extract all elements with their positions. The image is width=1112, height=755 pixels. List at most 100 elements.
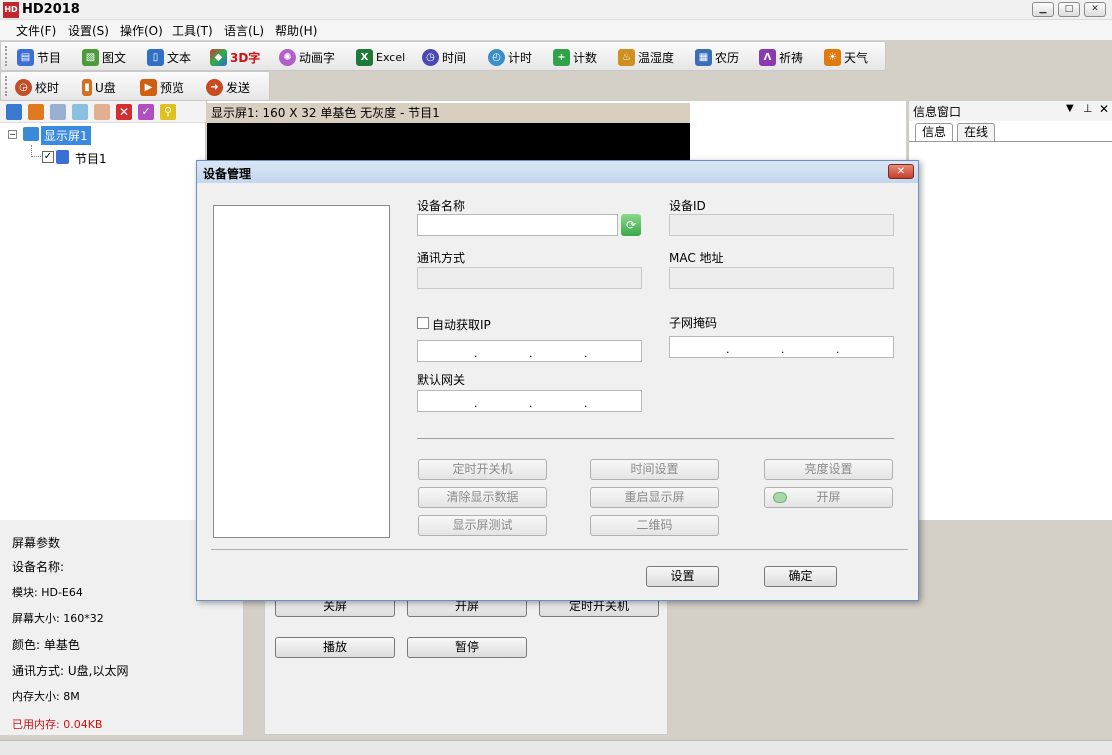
toolbar-program-button[interactable]: ▤ 节目 — [17, 46, 61, 68]
device-name-input[interactable] — [417, 214, 618, 236]
time-settings-button[interactable]: 时间设置 — [590, 459, 719, 480]
toolbar-label: 文本 — [167, 50, 192, 65]
ok-button[interactable]: 确定 — [764, 566, 837, 587]
comm-field — [417, 267, 642, 289]
gateway-input[interactable]: ... — [417, 390, 642, 412]
move-down-icon[interactable] — [94, 104, 110, 120]
toolbar-counter-button[interactable]: + 计数 — [553, 46, 597, 68]
screen-test-button[interactable]: 显示屏测试 — [418, 515, 547, 536]
main-toolbar: ▤ 节目 ▧ 图文 ▯ 文本 ◆ 3D字 ✺ 动画字 X Excel ◷ 时间 ◴ 计时 + 计数… — [0, 41, 886, 71]
separator — [211, 549, 908, 550]
info-title: 信息窗口 — [913, 105, 962, 119]
toolbar-label: 天气 — [844, 50, 869, 65]
tree-toolbar: ✕ ✓ ⚲ — [0, 101, 206, 123]
qrcode-button[interactable]: 二维码 — [590, 515, 719, 536]
pause-button[interactable]: 暂停 — [407, 637, 527, 658]
tree-connector — [31, 145, 41, 157]
toolbar-send-button[interactable]: ➜ 发送 — [206, 76, 250, 98]
dialog-title: 设备管理 — [203, 167, 252, 181]
menu-settings[interactable]: 设置(S) — [68, 22, 109, 39]
close-icon[interactable]: ✕ — [1099, 102, 1109, 116]
minimize-button[interactable]: ▁ — [1032, 2, 1054, 17]
toolbar-temp-humidity-button[interactable]: ♨ 温湿度 — [618, 46, 674, 68]
info-header: 信息窗口 ▼ ⊥ ✕ — [909, 101, 1112, 121]
text-book-icon: ▯ — [147, 48, 164, 66]
calendar-icon: ▦ — [695, 48, 712, 66]
toolbar-sync-time-button[interactable]: ◶ 校时 — [15, 76, 59, 98]
refresh-icon[interactable]: ⟳ — [621, 214, 641, 236]
restart-screen-button[interactable]: 重启显示屏 — [590, 487, 719, 508]
param-memory: 内存大小: 8M — [12, 690, 80, 703]
toolbar-grip[interactable] — [5, 76, 8, 96]
send-icon: ➜ — [206, 78, 223, 96]
toolbar-label: 发送 — [226, 80, 251, 95]
toolbar-animation-button[interactable]: ✺ 动画字 — [279, 46, 335, 68]
status-bar — [0, 740, 1112, 755]
brightness-settings-button[interactable]: 亮度设置 — [764, 459, 893, 480]
dropdown-icon[interactable]: ▼ — [1066, 103, 1074, 114]
toolbar-label: 农历 — [715, 50, 740, 65]
toolbar-grip[interactable] — [5, 46, 8, 66]
close-window-button[interactable]: ✕ — [1084, 2, 1106, 17]
mac-field — [669, 267, 894, 289]
weather-icon: ☀ — [824, 48, 841, 66]
window-title: HD2018 — [22, 2, 80, 17]
toolbar-clock-button[interactable]: ◷ 时间 — [422, 46, 466, 68]
dialog-close-button[interactable]: ✕ — [888, 164, 914, 179]
device-id-label: 设备ID — [669, 199, 706, 213]
menu-tools[interactable]: 工具(T) — [172, 22, 213, 39]
toolbar-label: U盘 — [95, 80, 116, 95]
search-icon[interactable]: ⚲ — [160, 104, 176, 120]
pin-icon[interactable]: ⊥ — [1083, 102, 1093, 115]
set-button[interactable]: 设置 — [646, 566, 719, 587]
toolbar-excel-button[interactable]: X Excel — [356, 46, 405, 68]
device-list[interactable] — [213, 205, 390, 538]
check-icon[interactable]: ✓ — [138, 104, 154, 120]
add-screen-icon[interactable] — [6, 104, 22, 120]
gateway-label: 默认网关 — [417, 373, 466, 387]
toolbar-usb-button[interactable]: ▮ U盘 — [82, 76, 116, 98]
toolbar-preview-button[interactable]: ▶ 预览 — [140, 76, 184, 98]
toolbar-weather-button[interactable]: ☀ 天气 — [824, 46, 868, 68]
maximize-button[interactable]: □ — [1058, 2, 1080, 17]
auto-ip-checkbox[interactable] — [417, 317, 429, 329]
param-used-memory: 已用内存: 0.04KB — [12, 718, 103, 731]
ip-address-input[interactable]: ... — [417, 340, 642, 362]
param-comm: 通讯方式: U盘,以太网 — [12, 664, 129, 678]
menu-help[interactable]: 帮助(H) — [275, 22, 317, 39]
toolbar-3d-text-button[interactable]: ◆ 3D字 — [210, 46, 260, 68]
tree-screen-node[interactable]: 显示屏1 — [41, 126, 91, 145]
screen-on-label: 开屏 — [816, 490, 841, 504]
play-button[interactable]: 播放 — [275, 637, 395, 658]
delete-icon[interactable]: ✕ — [116, 104, 132, 120]
toolbar-image-text-button[interactable]: ▧ 图文 — [82, 46, 126, 68]
toolbar-timer-button[interactable]: ◴ 计时 — [488, 46, 532, 68]
toolbar-text-button[interactable]: ▯ 文本 — [147, 46, 191, 68]
clear-display-data-button[interactable]: 清除显示数据 — [418, 487, 547, 508]
toolbar-prayer-button[interactable]: Λ 祈祷 — [759, 46, 803, 68]
usb-icon: ▮ — [82, 78, 92, 96]
menu-language[interactable]: 语言(L) — [224, 22, 264, 39]
add-program-icon[interactable] — [28, 104, 44, 120]
preview-camera-icon: ▶ — [140, 78, 157, 96]
copy-icon[interactable] — [50, 104, 66, 120]
menu-operation[interactable]: 操作(O) — [120, 22, 163, 39]
program-checkbox[interactable]: ✓ — [42, 151, 54, 163]
timer-icon: ◴ — [488, 48, 505, 66]
toolbar-label: 计数 — [573, 50, 598, 65]
subnet-mask-input[interactable]: ... — [669, 336, 894, 358]
menu-file[interactable]: 文件(F) — [16, 22, 56, 39]
tab-online[interactable]: 在线 — [957, 123, 996, 141]
timer-power-dialog-button[interactable]: 定时开关机 — [418, 459, 547, 480]
tree-program-node[interactable]: 节目1 — [75, 150, 107, 167]
toolbar-lunar-calendar-button[interactable]: ▦ 农历 — [695, 46, 739, 68]
tree-collapse-icon[interactable]: − — [8, 130, 17, 139]
mac-label: MAC 地址 — [669, 251, 724, 265]
program-tree-panel: ✕ ✓ ⚲ − 显示屏1 ✓ 节目1 — [0, 101, 206, 520]
tab-info[interactable]: 信息 — [915, 123, 954, 141]
move-up-icon[interactable] — [72, 104, 88, 120]
screen-on-dialog-button[interactable]: 开屏 — [764, 487, 893, 508]
toggle-icon — [773, 492, 787, 503]
device-name-label: 设备名称 — [417, 199, 466, 213]
toolbar-label: 预览 — [160, 80, 185, 95]
